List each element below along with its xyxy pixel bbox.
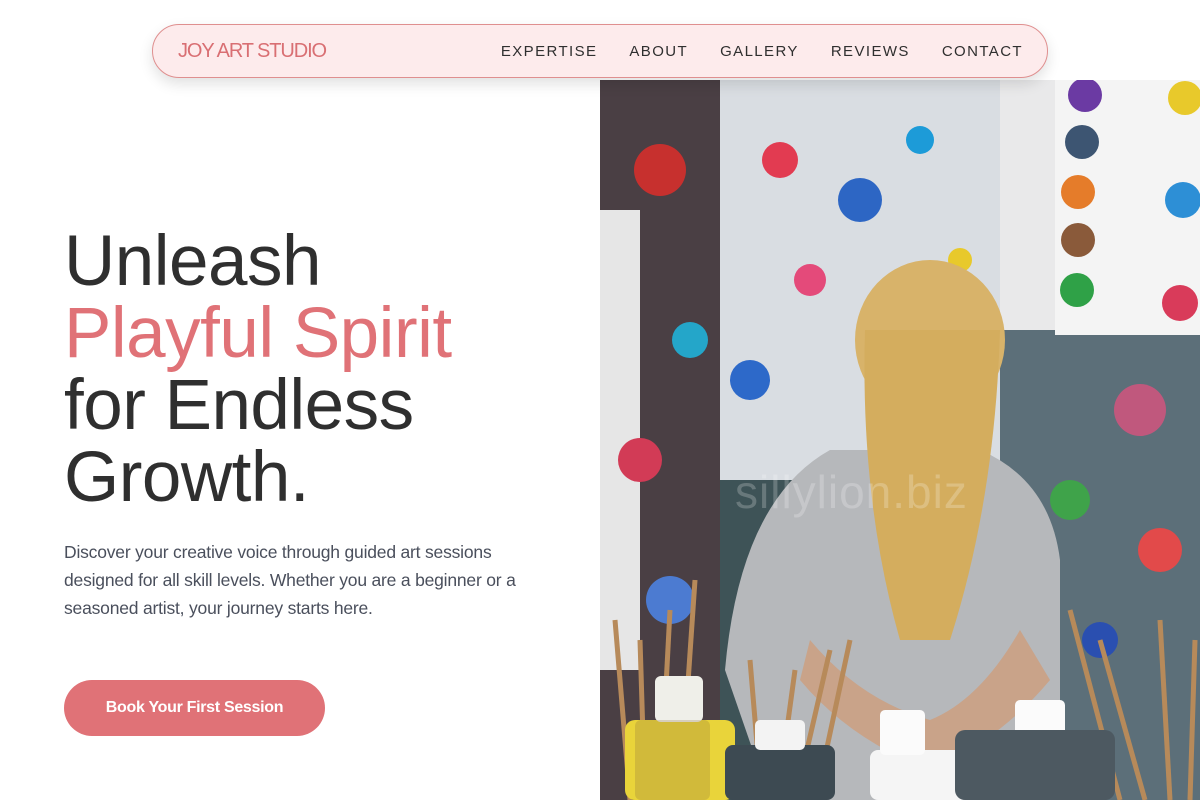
- hero-title-accent: Playful Spirit: [64, 294, 452, 373]
- nav-link-about[interactable]: ABOUT: [629, 43, 688, 60]
- nav-link-contact[interactable]: CONTACT: [942, 43, 1023, 60]
- navbar: JOY ART STUDIO EXPERTISE ABOUT GALLERY R…: [152, 24, 1048, 78]
- hero-description: Discover your creative voice through gui…: [64, 542, 516, 618]
- nav-link-gallery[interactable]: GALLERY: [720, 43, 799, 60]
- hero-title: Unleash Playful Spirit for Endless Growt…: [64, 226, 584, 514]
- watermark: sillylion.biz: [735, 466, 968, 518]
- nav-link-expertise[interactable]: EXPERTISE: [501, 43, 598, 60]
- book-session-button[interactable]: Book Your First Session: [64, 680, 325, 736]
- hero-title-line-3: for Endless: [64, 366, 414, 445]
- brand-logo[interactable]: JOY ART STUDIO: [178, 40, 327, 63]
- hero-image: sillylion.biz: [600, 80, 1200, 800]
- nav-link-reviews[interactable]: REVIEWS: [831, 43, 910, 60]
- hero-title-line-1: Unleash: [64, 222, 322, 301]
- studio-illustration: [600, 80, 1200, 800]
- hero-title-line-4: Growth.: [64, 438, 310, 517]
- nav-links: EXPERTISE ABOUT GALLERY REVIEWS CONTACT: [501, 43, 1023, 60]
